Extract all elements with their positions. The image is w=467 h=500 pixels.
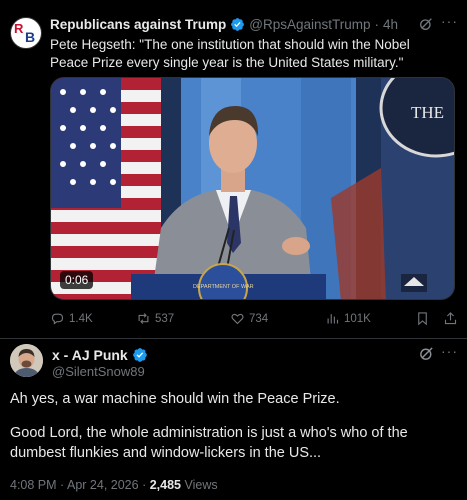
tweet-text: Ah yes, a war machine should win the Pea… bbox=[10, 389, 460, 477]
views-button[interactable]: 101K bbox=[325, 311, 371, 326]
author-avatar[interactable] bbox=[10, 344, 43, 377]
tweet-time[interactable]: 4h bbox=[383, 17, 398, 32]
video-thumbnail: THE DEPARTMENT OF WAR bbox=[51, 78, 454, 299]
quoted-tweet-text: Pete Hegseth: "The one institution that … bbox=[50, 37, 410, 70]
views-count: 2,485 bbox=[149, 478, 181, 492]
like-icon bbox=[231, 313, 244, 325]
like-button[interactable]: 734 bbox=[230, 311, 268, 326]
like-count: 734 bbox=[249, 312, 269, 325]
video-player[interactable]: THE DEPARTMENT OF WAR 0:06 bbox=[50, 77, 455, 300]
reply-icon bbox=[51, 313, 64, 325]
quoted-tweet[interactable]: RB Republicans against Trump @RpsAgainst… bbox=[0, 0, 467, 338]
separator-dot: · bbox=[374, 17, 380, 32]
tweet-paragraph: Good Lord, the whole administration is j… bbox=[10, 425, 408, 461]
reply-count: 1.4K bbox=[69, 312, 93, 325]
divider bbox=[0, 338, 467, 339]
tweet-meta: 4:08 PM · Apr 24, 2026 · 2,485 Views bbox=[10, 478, 218, 492]
podium-seal-text: DEPARTMENT OF WAR bbox=[193, 284, 254, 290]
views-count: 101K bbox=[344, 312, 371, 325]
bookmark-icon[interactable] bbox=[415, 311, 430, 326]
quoted-tweet-actions: 1.4K 537 734 101K bbox=[50, 311, 462, 329]
tweet-date[interactable]: Apr 24, 2026 bbox=[67, 478, 139, 492]
views-label: Views bbox=[184, 478, 218, 492]
author-handle[interactable]: @SilentSnow89 bbox=[52, 364, 145, 379]
tweet-author: x - AJ Punk bbox=[52, 347, 152, 363]
views-icon bbox=[327, 314, 339, 324]
repost-icon bbox=[138, 313, 149, 324]
grok-icon[interactable] bbox=[418, 16, 434, 32]
repost-button[interactable]: 537 bbox=[136, 311, 174, 326]
more-icon[interactable]: ··· bbox=[441, 343, 458, 359]
repost-count: 537 bbox=[155, 312, 175, 325]
more-icon[interactable]: ··· bbox=[441, 13, 458, 29]
author-name[interactable]: x - AJ Punk bbox=[52, 347, 128, 363]
tweet-time[interactable]: 4:08 PM bbox=[10, 478, 57, 492]
quoted-tweet-header: Republicans against Trump @RpsAgainstTru… bbox=[50, 17, 398, 32]
verified-badge-icon bbox=[132, 348, 147, 362]
share-icon[interactable] bbox=[443, 311, 458, 326]
author-handle[interactable]: @RpsAgainstTrump bbox=[249, 17, 370, 32]
video-timestamp: 0:06 bbox=[60, 271, 94, 289]
grok-icon[interactable] bbox=[418, 345, 435, 362]
backdrop-text: THE bbox=[411, 103, 444, 122]
reply-button[interactable]: 1.4K bbox=[50, 311, 93, 326]
author-name[interactable]: Republicans against Trump bbox=[50, 17, 226, 32]
author-avatar[interactable]: RB bbox=[10, 17, 42, 49]
tweet-paragraph: Ah yes, a war machine should win the Pea… bbox=[10, 391, 340, 407]
verified-badge-icon bbox=[231, 18, 245, 31]
